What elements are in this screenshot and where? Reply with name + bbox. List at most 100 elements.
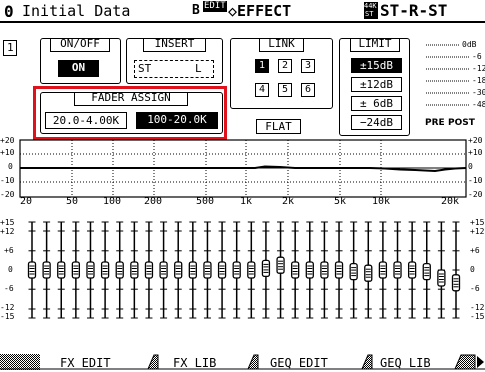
fader-scale-left-12p: +12	[0, 227, 15, 236]
edit-badge-prefix: B	[192, 3, 200, 18]
insert-value-right: L	[195, 62, 202, 75]
geq-fader-28[interactable]	[422, 221, 431, 319]
level-meter: 0dB -6 -12 -18 -30 -48 PRE POST	[412, 36, 485, 136]
on-button-label: ON	[71, 61, 86, 74]
fader-assign-highlight	[33, 86, 227, 140]
limit-button-6db[interactable]: ± 6dB	[351, 96, 402, 111]
limit-button-24db-label: −24dB	[359, 116, 394, 129]
channel-label: ST-R-ST	[380, 1, 448, 20]
fader-scale-right-15m: -15	[470, 312, 485, 321]
graph-y-left-20m: -20	[0, 190, 15, 199]
geq-fader-6[interactable]	[100, 221, 110, 319]
geq-fader-knob	[217, 261, 227, 279]
meter-post-label: POST	[448, 118, 475, 128]
meter-label-0: 0dB	[462, 40, 477, 49]
geq-fader-knob	[232, 261, 241, 279]
sample-rate-top: 44K	[364, 2, 377, 10]
geq-fader-4[interactable]	[71, 221, 81, 319]
geq-fader-knob	[393, 261, 402, 279]
fader-scale-left-6p: +6	[4, 246, 14, 255]
flat-button[interactable]: FLAT	[256, 119, 301, 134]
meter-label-30: -30	[472, 88, 485, 97]
eq-response-graph: +20 +10 0 -10 -20 +20 +10 0 -10 -20 20 5…	[0, 136, 485, 210]
tab-fx-edit[interactable]: FX EDIT	[60, 356, 111, 370]
fader-scale-right-15p: +15	[470, 218, 485, 227]
tab-fx-lib[interactable]: FX LIB	[173, 356, 216, 370]
geq-fader-knob	[378, 261, 388, 279]
geq-fader-15[interactable]	[232, 221, 241, 319]
geq-fader-20[interactable]	[305, 221, 314, 319]
graph-y-right-20m: -20	[468, 190, 483, 199]
tab-geq-edit[interactable]: GEQ EDIT	[270, 356, 328, 370]
geq-fader-13[interactable]	[203, 221, 212, 319]
geq-fader-16[interactable]	[247, 221, 256, 319]
geq-fader-2[interactable]	[42, 221, 51, 319]
tab-scroll-arrow	[477, 356, 484, 368]
tab-bar-dither-left	[0, 354, 40, 370]
geq-fader-18[interactable]	[276, 221, 285, 319]
geq-fader-7[interactable]	[115, 221, 124, 319]
limit-button-12db-label: ±12dB	[359, 78, 394, 91]
graph-y-right-0: 0	[468, 162, 473, 171]
geq-fader-5[interactable]	[86, 221, 95, 319]
graph-y-right-10m: -10	[468, 176, 483, 185]
meter-label-18: -18	[472, 76, 485, 85]
geq-fader-1[interactable]	[27, 221, 37, 319]
link-button-1-label: 1	[258, 60, 266, 71]
limit-title: LIMIT	[358, 37, 392, 50]
geq-fader-10[interactable]	[159, 221, 168, 319]
geq-fader-8[interactable]	[130, 221, 139, 319]
geq-fader-knob	[247, 261, 256, 279]
geq-fader-29[interactable]	[437, 221, 446, 319]
geq-fader-11[interactable]	[174, 221, 183, 319]
on-button[interactable]: ON	[58, 60, 99, 77]
limit-button-15db[interactable]: ±15dB	[351, 58, 402, 73]
channel-number-box: 1	[3, 40, 17, 56]
limit-button-24db[interactable]: −24dB	[351, 115, 402, 130]
link-button-6-label: 6	[304, 84, 312, 95]
geq-fader-knob	[57, 261, 66, 279]
scene-number: 0	[4, 2, 14, 21]
link-button-2-label: 2	[281, 60, 289, 71]
tab-geq-lib[interactable]: GEQ LIB	[380, 356, 431, 370]
geq-fader-23[interactable]	[349, 221, 358, 319]
graph-y-right-10p: +10	[468, 148, 483, 157]
link-button-4[interactable]: 4	[255, 83, 269, 97]
geq-fader-knob	[320, 261, 329, 279]
geq-fader-knob	[334, 261, 344, 279]
on-off-title: ON/OFF	[60, 37, 100, 50]
fader-svg	[27, 221, 461, 319]
geq-fader-24[interactable]	[364, 221, 373, 319]
geq-fader-12[interactable]	[188, 221, 197, 319]
fader-scale-left-12m: -12	[0, 303, 15, 312]
meter-label-6: -6	[472, 52, 482, 61]
geq-fader-14[interactable]	[217, 221, 227, 319]
effect-label: ◇EFFECT	[228, 2, 292, 20]
graph-y-left-0: 0	[8, 162, 13, 171]
fader-scale-right-6p: +6	[470, 246, 480, 255]
link-button-5[interactable]: 5	[278, 83, 292, 97]
geq-fader-knob	[27, 261, 37, 279]
geq-fader-knob	[437, 269, 446, 287]
geq-fader-22[interactable]	[334, 221, 344, 319]
sample-rate-bottom: ST	[365, 10, 374, 18]
limit-button-12db[interactable]: ±12dB	[351, 77, 402, 92]
link-button-1[interactable]: 1	[255, 59, 269, 73]
graph-x-10k: 10k	[372, 196, 391, 207]
link-button-3[interactable]: 3	[301, 59, 315, 73]
geq-fader-25[interactable]	[378, 221, 388, 319]
insert-title: INSERT	[154, 37, 195, 50]
geq-fader-17[interactable]	[261, 221, 271, 319]
geq-fader-30[interactable]	[451, 221, 461, 319]
link-button-6[interactable]: 6	[301, 83, 315, 97]
geq-fader-knob	[291, 261, 300, 279]
link-button-2[interactable]: 2	[278, 59, 292, 73]
geq-fader-knob	[115, 261, 124, 279]
geq-fader-19[interactable]	[291, 221, 300, 319]
geq-fader-27[interactable]	[407, 221, 417, 319]
geq-fader-21[interactable]	[320, 221, 329, 319]
geq-fader-26[interactable]	[393, 221, 402, 319]
geq-fader-3[interactable]	[57, 221, 66, 319]
geq-fader-9[interactable]	[144, 221, 154, 319]
fader-scale-right-0: 0	[470, 265, 475, 274]
